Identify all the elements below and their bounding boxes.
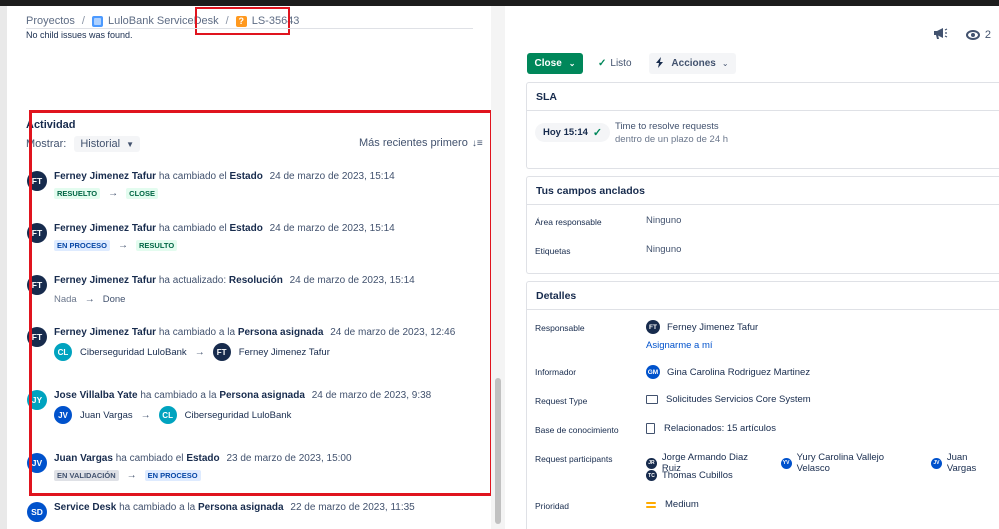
avatar: JV [930,457,942,469]
chevron-down-icon: ⌄ [568,59,576,68]
feedback-megaphone-icon[interactable] [932,26,948,43]
issue-left-panel: Proyectos / LuloBank ServiceDesk / ? LS-… [0,6,505,529]
kb-value[interactable]: Relacionados: 15 artículos [646,423,776,434]
informador-label: Informador [535,367,577,377]
eye-icon [965,29,980,40]
issue-right-panel: 2 Close ⌄ ✓ Listo Acciones ⌄ SLA Hoy 15:… [505,6,999,529]
breadcrumb-separator: / [81,15,85,27]
sla-remaining: dentro de un plazo de 24 h [615,134,729,145]
scrollbar-thumb[interactable] [495,378,501,524]
area-label: Área responsable [535,217,602,227]
priority-medium-icon [646,501,656,508]
avatar: FT [646,320,660,334]
no-child-issues-text: No child issues was found. [26,30,133,40]
tags-label: Etiquetas [535,246,571,256]
kb-articles: Relacionados: 15 artículos [664,423,776,434]
activity-entry-header: Service Desk ha cambiado a la Persona as… [54,502,415,513]
informador-value[interactable]: GM Gina Carolina Rodriguez Martinez [646,365,810,379]
avatar: GM [646,365,660,379]
priority-label: Prioridad [535,501,570,511]
participant-name[interactable]: Thomas Cubillos [662,470,733,481]
request-type-label: Request Type [535,396,588,406]
highlight-box-activity [29,110,493,496]
status-transition-button[interactable]: Close ⌄ [527,53,583,74]
check-icon: ✓ [598,58,607,69]
tags-value[interactable]: Ninguno [646,244,681,255]
area-value[interactable]: Ninguno [646,215,681,226]
highlight-box-issue-key [195,7,290,35]
breadcrumb-projects[interactable]: Proyectos [26,15,75,27]
priority-value[interactable]: Medium [646,499,699,510]
sla-chip: Hoy 15:14 ✓ [535,123,611,142]
responsable-value[interactable]: FT Ferney Jimenez Tafur [646,320,758,334]
responsable-label: Responsable [535,323,585,333]
details-title: Detalles [527,282,999,310]
pinned-fields-title: Tus campos anclados [527,177,999,205]
book-icon [646,423,655,434]
project-icon [91,15,103,27]
request-type-value[interactable]: Solicitudes Servicios Core System [646,394,811,405]
listo-button[interactable]: ✓ Listo [598,53,632,74]
sla-chip-time: Hoy 15:14 [543,127,588,138]
avatar: TC [646,470,657,481]
priority-name: Medium [665,499,699,510]
kb-label: Base de conocimiento [535,425,619,435]
actions-button[interactable]: Acciones ⌄ [649,53,736,74]
responsable-name: Ferney Jimenez Tafur [667,321,759,333]
request-type-name: Solicitudes Servicios Core System [666,394,811,405]
lightning-icon [656,56,665,71]
avatar: YV [780,457,792,469]
sla-goal: Time to resolve requests [615,121,719,132]
activity-date: 22 de marzo de 2023, 11:35 [290,502,415,513]
activity-field: Persona asignada [198,502,284,513]
details-card: Detalles Responsable FT Ferney Jimenez T… [526,281,999,529]
activity-actor[interactable]: Service Desk [54,502,116,513]
participants-row-2: TC Thomas Cubillos [646,470,733,481]
monitor-icon [646,395,658,404]
actions-label: Acciones [671,58,716,69]
avatar: JR [646,457,657,469]
watch-button[interactable]: 2 [965,28,991,41]
informador-name: Gina Carolina Rodriguez Martinez [667,366,811,378]
activity-action: ha cambiado a la [119,502,196,513]
avatar[interactable]: SD [27,502,47,522]
issue-top-actions: 2 [932,26,991,43]
pinned-fields-card: Tus campos anclados Área responsable Nin… [526,176,999,274]
listo-label: Listo [610,58,632,69]
watch-count: 2 [984,28,991,41]
check-icon: ✓ [592,127,603,139]
participant-name[interactable]: Yury Carolina Vallejo Velasco [797,452,919,474]
chevron-down-icon: ⌄ [721,59,729,68]
assign-to-me-link[interactable]: Asignarme a mí [646,340,713,351]
left-edge-strip [0,6,7,529]
divider [26,28,473,29]
participant-name[interactable]: Juan Vargas [947,452,999,474]
sla-title: SLA [527,83,999,111]
participants-label: Request participants [535,454,613,464]
sla-card: SLA Hoy 15:14 ✓ Time to resolve requests… [526,82,999,169]
status-transition-label: Close [534,58,562,69]
